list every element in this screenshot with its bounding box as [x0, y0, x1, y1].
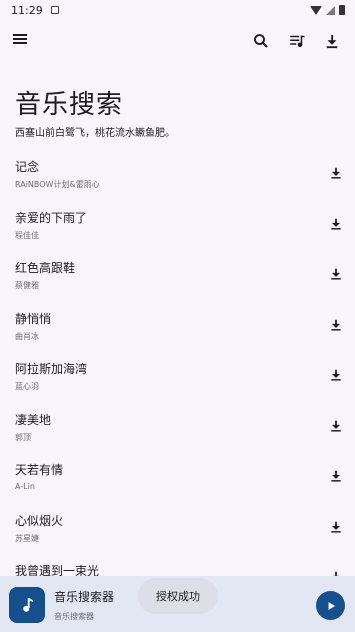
notification-icon — [50, 6, 59, 14]
download-icon[interactable] — [329, 519, 343, 535]
song-name: 亲爱的下雨了 — [15, 210, 88, 225]
song-artist: 苏星婕 — [15, 533, 39, 543]
song-name: 阿拉斯加海湾 — [15, 362, 88, 376]
song-name: 心似烟火 — [15, 513, 64, 528]
page-subtitle: 西塞山前白鹭飞，桃花流水鳜鱼肥。 — [15, 128, 175, 139]
song-artist: 蓝心羽 — [15, 382, 39, 391]
download-icon[interactable] — [329, 216, 343, 232]
player-title: 音乐搜索器 — [54, 590, 115, 604]
song-item[interactable]: 记念 RAiNBOW计划&雷雨心 — [0, 150, 355, 201]
status-bar: 11:29 — [0, 0, 355, 20]
song-name: 红色高跟鞋 — [15, 261, 76, 275]
download-icon[interactable] — [329, 165, 343, 181]
queue-music-icon[interactable] — [288, 32, 306, 50]
play-icon — [328, 601, 335, 610]
top-app-bar — [0, 26, 355, 56]
download-icon[interactable] — [329, 468, 343, 484]
song-name: 记念 — [15, 160, 40, 174]
search-icon[interactable] — [252, 32, 270, 50]
song-name: 天若有情 — [15, 463, 64, 477]
song-name: 静悄悄 — [15, 311, 52, 326]
battery-icon — [339, 5, 345, 15]
download-icon[interactable] — [329, 367, 343, 383]
song-item[interactable]: 亲爱的下雨了 程佳佳 — [0, 201, 355, 252]
download-icon[interactable] — [323, 32, 341, 50]
player-subtitle: 音乐搜索器 — [54, 612, 94, 621]
song-artist: A-Lin — [15, 482, 35, 491]
download-icon[interactable] — [329, 418, 343, 434]
download-icon[interactable] — [329, 317, 343, 333]
song-item[interactable]: 阿拉斯加海湾 蓝心羽 — [0, 352, 355, 403]
music-note-icon — [23, 598, 33, 612]
song-artist: 郭顶 — [15, 432, 31, 442]
song-item[interactable]: 凄美地 郭顶 — [0, 403, 355, 454]
song-artist: 蔡健雅 — [15, 281, 39, 290]
wifi-icon — [310, 5, 322, 15]
song-item[interactable]: 红色高跟鞋 蔡健雅 — [0, 251, 355, 302]
page-title: 音乐搜索 — [15, 90, 124, 120]
status-time: 11:29 — [11, 3, 43, 17]
song-item[interactable]: 静悄悄 曲肖冰 — [0, 302, 355, 353]
song-artist: 曲肖冰 — [15, 331, 39, 341]
signal-icon — [326, 5, 335, 15]
menu-icon[interactable] — [13, 32, 31, 50]
song-item[interactable]: 天若有情 A-Lin — [0, 453, 355, 504]
album-cover — [9, 587, 45, 623]
download-icon[interactable] — [329, 266, 343, 282]
song-item[interactable]: 心似烟火 苏星婕 — [0, 504, 355, 555]
song-list: 记念 RAiNBOW计划&雷雨心 亲爱的下雨了 程佳佳 红色高跟鞋 蔡健雅 静悄… — [0, 150, 355, 605]
play-button[interactable] — [316, 591, 345, 620]
song-name: 凄美地 — [15, 412, 52, 427]
song-artist: RAiNBOW计划&雷雨心 — [15, 180, 100, 189]
toast-message: 授权成功 — [138, 578, 218, 614]
song-artist: 程佳佳 — [15, 230, 39, 240]
